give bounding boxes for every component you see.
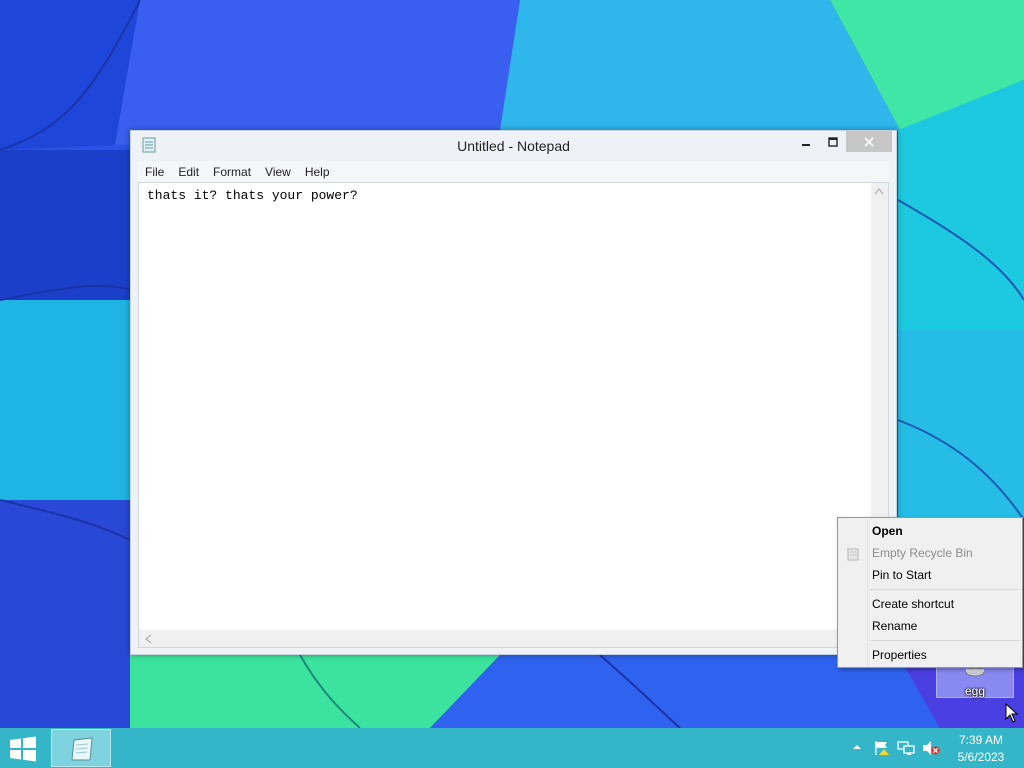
maximize-button[interactable] (820, 131, 846, 152)
clock-time[interactable]: 7:39 AM (950, 733, 1012, 747)
mouse-cursor-icon (1005, 703, 1019, 723)
menu-view[interactable]: View (258, 165, 298, 179)
menu-help[interactable]: Help (298, 165, 337, 179)
menu-edit[interactable]: Edit (171, 165, 206, 179)
close-button[interactable] (846, 131, 892, 152)
windows-start-icon[interactable] (8, 736, 38, 762)
close-icon (864, 136, 874, 147)
taskbar: 7:39 AM 5/6/2023 (0, 728, 1024, 768)
menu-file[interactable]: File (138, 165, 171, 179)
context-menu: Open Empty Recycle Bin Pin to Start Crea… (837, 517, 1023, 668)
taskbar-notepad-button[interactable] (51, 729, 111, 767)
menu-item-open[interactable]: Open (872, 520, 1020, 542)
menu-item-empty-recycle-bin[interactable]: Empty Recycle Bin (872, 542, 1020, 564)
scroll-up-icon[interactable] (874, 187, 884, 195)
clock-date[interactable]: 5/6/2023 (950, 750, 1012, 764)
window-title: Untitled - Notepad (457, 138, 570, 154)
editor-content[interactable]: thats it? thats your power? (147, 188, 358, 203)
menu-item-properties[interactable]: Properties (872, 644, 1020, 666)
notepad-icon (71, 737, 93, 761)
desktop-icon-label: egg (964, 684, 986, 698)
title-bar[interactable]: Untitled - Notepad (131, 131, 896, 161)
text-editor[interactable]: thats it? thats your power? (138, 182, 889, 648)
menu-item-pin-to-start[interactable]: Pin to Start (872, 564, 1020, 586)
show-hidden-icons-chevron[interactable] (852, 742, 862, 752)
menu-format[interactable]: Format (206, 165, 258, 179)
menu-separator (870, 589, 1020, 590)
minimize-icon (802, 143, 810, 146)
menu-item-rename[interactable]: Rename (872, 615, 1020, 637)
notepad-window[interactable]: Untitled - Notepad File Edit Format View… (130, 130, 897, 655)
action-center-flag-icon[interactable] (873, 740, 891, 756)
maximize-icon (828, 136, 838, 147)
network-icon[interactable] (897, 740, 915, 756)
menu-separator (870, 640, 1020, 641)
menu-gutter (867, 520, 868, 666)
scroll-left-icon[interactable] (144, 634, 152, 644)
volume-muted-icon[interactable] (922, 740, 940, 756)
horizontal-scrollbar[interactable] (139, 630, 872, 647)
minimize-button[interactable] (792, 131, 820, 152)
empty-recycle-bin-icon (847, 548, 859, 561)
menu-item-create-shortcut[interactable]: Create shortcut (872, 593, 1020, 615)
menu-bar: File Edit Format View Help (138, 161, 889, 182)
